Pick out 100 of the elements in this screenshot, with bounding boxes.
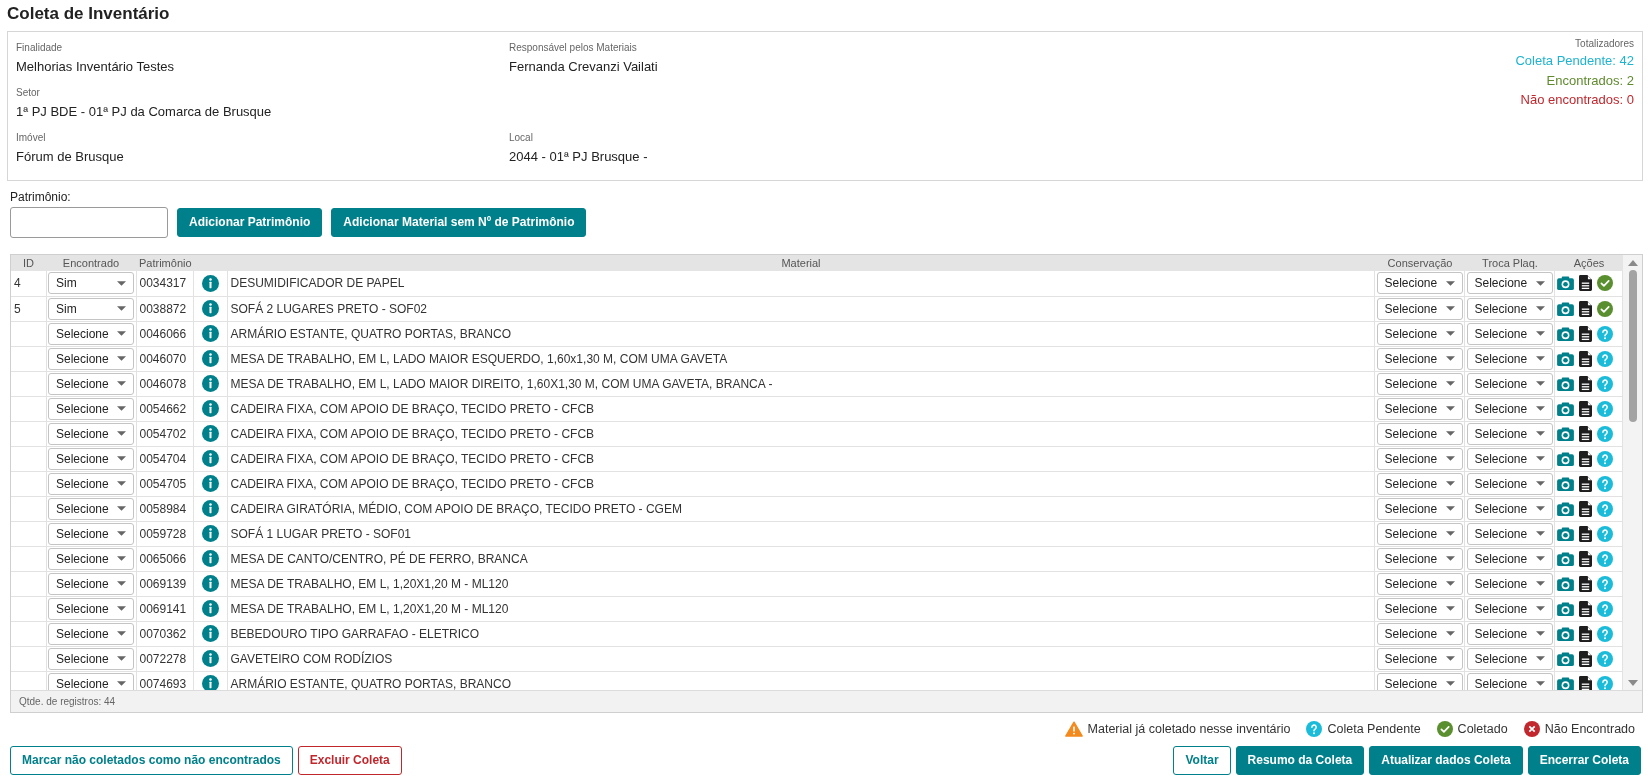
- plate-change-select[interactable]: Selecione: [1466, 272, 1553, 295]
- info-icon[interactable]: [201, 274, 219, 292]
- found-select[interactable]: Selecione: [48, 672, 134, 690]
- info-icon[interactable]: [201, 475, 219, 492]
- document-icon[interactable]: [1579, 625, 1592, 642]
- conservation-select[interactable]: Selecione: [1376, 447, 1463, 470]
- conservation-select[interactable]: Selecione: [1376, 647, 1463, 670]
- document-icon[interactable]: [1579, 400, 1592, 417]
- action-button[interactable]: Atualizar dados Coleta: [1369, 746, 1523, 775]
- found-select[interactable]: Selecione: [48, 647, 134, 670]
- info-icon[interactable]: [201, 675, 219, 690]
- plate-change-select[interactable]: Selecione: [1466, 422, 1553, 445]
- plate-change-select[interactable]: Selecione: [1466, 547, 1553, 570]
- plate-change-select[interactable]: Selecione: [1466, 597, 1553, 620]
- conservation-select[interactable]: Selecione: [1376, 672, 1463, 690]
- info-icon[interactable]: [201, 300, 219, 317]
- camera-icon[interactable]: [1557, 451, 1574, 466]
- info-icon[interactable]: [201, 575, 219, 592]
- plate-change-select[interactable]: Selecione: [1466, 447, 1553, 470]
- camera-icon[interactable]: [1557, 376, 1574, 391]
- document-icon[interactable]: [1579, 450, 1592, 467]
- found-select[interactable]: Selecione: [48, 372, 134, 395]
- scroll-up-icon[interactable]: [1627, 260, 1638, 266]
- document-icon[interactable]: [1579, 525, 1592, 542]
- found-select[interactable]: Selecione: [48, 322, 134, 345]
- plate-change-select[interactable]: Selecione: [1466, 397, 1553, 420]
- conservation-select[interactable]: Selecione: [1376, 547, 1463, 570]
- info-icon[interactable]: [201, 325, 219, 342]
- camera-icon[interactable]: [1557, 526, 1574, 541]
- document-icon[interactable]: [1579, 600, 1592, 617]
- plate-change-select[interactable]: Selecione: [1466, 497, 1553, 520]
- found-select[interactable]: Selecione: [48, 522, 134, 545]
- conservation-select[interactable]: Selecione: [1376, 297, 1463, 320]
- plate-change-select[interactable]: Selecione: [1466, 322, 1553, 345]
- plate-change-select[interactable]: Selecione: [1466, 522, 1553, 545]
- action-button[interactable]: Resumo da Coleta: [1235, 746, 1365, 775]
- camera-icon[interactable]: [1557, 276, 1574, 291]
- plate-change-select[interactable]: Selecione: [1466, 622, 1553, 645]
- conservation-select[interactable]: Selecione: [1376, 322, 1463, 345]
- camera-icon[interactable]: [1557, 626, 1574, 641]
- asset-number-input[interactable]: [10, 207, 168, 238]
- info-icon[interactable]: [201, 400, 219, 417]
- scrollbar[interactable]: [1623, 255, 1642, 690]
- conservation-select[interactable]: Selecione: [1376, 422, 1463, 445]
- document-icon[interactable]: [1579, 500, 1592, 517]
- info-icon[interactable]: [201, 500, 219, 517]
- conservation-select[interactable]: Selecione: [1376, 397, 1463, 420]
- info-icon[interactable]: [201, 650, 219, 667]
- found-select[interactable]: Selecione: [48, 397, 134, 420]
- info-icon[interactable]: [201, 600, 219, 617]
- camera-icon[interactable]: [1557, 301, 1574, 316]
- conservation-select[interactable]: Selecione: [1376, 347, 1463, 370]
- found-select[interactable]: Selecione: [48, 472, 134, 495]
- found-select[interactable]: Selecione: [48, 447, 134, 470]
- found-select[interactable]: Selecione: [48, 572, 134, 595]
- plate-change-select[interactable]: Selecione: [1466, 572, 1553, 595]
- action-button[interactable]: Marcar não coletados como não encontrados: [10, 746, 293, 775]
- info-icon[interactable]: [201, 375, 219, 392]
- scroll-down-icon[interactable]: [1627, 680, 1638, 686]
- document-icon[interactable]: [1579, 375, 1592, 392]
- found-select[interactable]: Sim: [48, 297, 134, 320]
- document-icon[interactable]: [1579, 325, 1592, 342]
- conservation-select[interactable]: Selecione: [1376, 522, 1463, 545]
- camera-icon[interactable]: [1557, 551, 1574, 566]
- camera-icon[interactable]: [1557, 501, 1574, 516]
- document-icon[interactable]: [1579, 425, 1592, 442]
- camera-icon[interactable]: [1557, 401, 1574, 416]
- conservation-select[interactable]: Selecione: [1376, 597, 1463, 620]
- document-icon[interactable]: [1579, 550, 1592, 567]
- document-icon[interactable]: [1579, 475, 1592, 492]
- camera-icon[interactable]: [1557, 426, 1574, 441]
- info-icon[interactable]: [201, 450, 219, 467]
- conservation-select[interactable]: Selecione: [1376, 372, 1463, 395]
- action-button[interactable]: Encerrar Coleta: [1527, 746, 1641, 775]
- document-icon[interactable]: [1579, 300, 1592, 317]
- camera-icon[interactable]: [1557, 651, 1574, 666]
- plate-change-select[interactable]: Selecione: [1466, 372, 1553, 395]
- document-icon[interactable]: [1579, 675, 1592, 690]
- info-icon[interactable]: [201, 550, 219, 567]
- info-icon[interactable]: [201, 350, 219, 367]
- found-select[interactable]: Selecione: [48, 597, 134, 620]
- info-icon[interactable]: [201, 525, 219, 542]
- camera-icon[interactable]: [1557, 676, 1574, 690]
- document-icon[interactable]: [1579, 575, 1592, 592]
- camera-icon[interactable]: [1557, 601, 1574, 616]
- found-select[interactable]: Selecione: [48, 347, 134, 370]
- add-button[interactable]: Adicionar Material sem Nº de Patrimônio: [331, 208, 587, 237]
- camera-icon[interactable]: [1557, 576, 1574, 591]
- camera-icon[interactable]: [1557, 351, 1574, 366]
- camera-icon[interactable]: [1557, 476, 1574, 491]
- action-button[interactable]: Voltar: [1173, 746, 1231, 775]
- conservation-select[interactable]: Selecione: [1376, 272, 1463, 295]
- plate-change-select[interactable]: Selecione: [1466, 297, 1553, 320]
- plate-change-select[interactable]: Selecione: [1466, 647, 1553, 670]
- document-icon[interactable]: [1579, 350, 1592, 367]
- action-button[interactable]: Excluir Coleta: [297, 746, 402, 775]
- found-select[interactable]: Selecione: [48, 547, 134, 570]
- found-select[interactable]: Selecione: [48, 497, 134, 520]
- document-icon[interactable]: [1579, 650, 1592, 667]
- camera-icon[interactable]: [1557, 326, 1574, 341]
